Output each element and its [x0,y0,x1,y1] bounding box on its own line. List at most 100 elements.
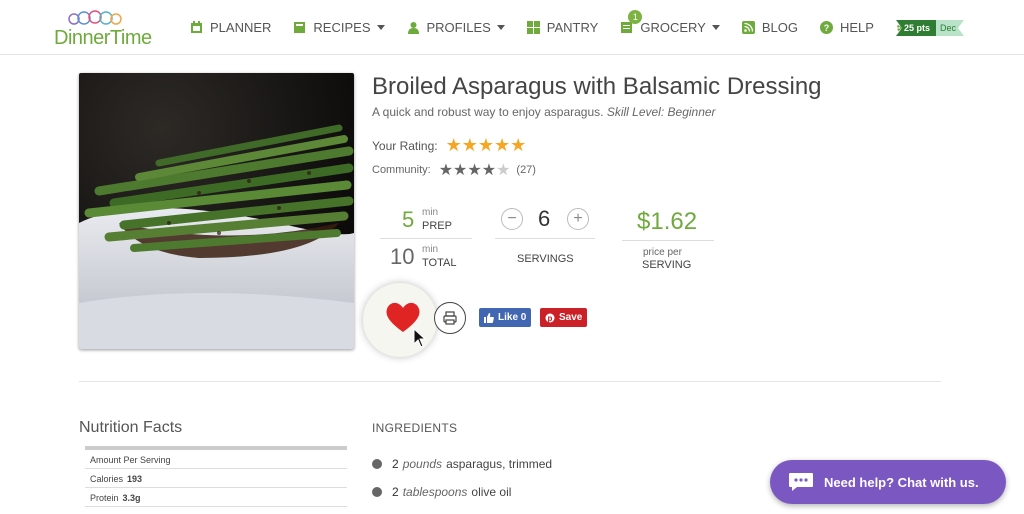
nutrition-row: Amount Per Serving [85,451,347,469]
thumbs-up-icon [484,312,494,323]
ingredient-qty: 2 [392,485,399,499]
nutrition-row: Calories 193 [85,470,347,488]
nutrition-row-value: 193 [127,474,143,484]
main-nav: PLANNER RECIPES PROFILES PANTRY 1 GROCER… [190,0,952,54]
servings-divider [495,238,595,239]
svg-text:?: ? [824,23,830,33]
grocery-count-badge: 1 [628,9,643,24]
price-divider [622,240,714,241]
nutrition-row-label: Calories [90,474,124,484]
servings-label: SERVINGS [517,253,574,265]
price-per-serving: $1.62 price per SERVING [622,205,714,275]
nav-planner[interactable]: PLANNER [190,20,271,35]
chevron-down-icon [711,24,720,30]
ingredient-check-icon[interactable] [372,487,382,497]
prep-time-label: PREP [422,220,452,232]
facebook-like-label: Like 0 [498,312,527,323]
nav-recipes[interactable]: RECIPES [293,19,385,35]
points-value: 25 pts [896,20,937,36]
chevron-down-icon [376,24,385,30]
pinterest-save-button[interactable]: p Save [540,308,588,327]
skill-level: Skill Level: Beginner [606,105,716,119]
nutrition-header-bar [85,446,347,450]
logo-circles-icon [68,10,122,25]
pinterest-save-label: Save [559,312,583,323]
ingredient-name: asparagus, trimmed [446,457,553,471]
nav-profiles[interactable]: PROFILES [407,20,505,35]
recipe-photo [79,73,354,349]
total-time-label: TOTAL [422,257,457,269]
question-icon: ? [819,20,833,34]
prep-time-unit: min [422,207,439,218]
nav-grocery[interactable]: 1 GROCERY [620,9,720,35]
recipe-title: Broiled Asparagus with Balsamic Dressing [372,73,822,100]
decrease-servings-button[interactable]: − [501,208,523,230]
nav-blog-label: BLOG [761,19,798,35]
pinterest-icon: p [545,313,555,323]
ingredient-item[interactable]: 2 pounds asparagus, trimmed [372,457,552,471]
section-divider [79,381,941,382]
facebook-like-button[interactable]: Like 0 [479,308,532,327]
chevron-down-icon [496,24,505,30]
your-rating-label: Your Rating: [372,138,438,153]
nutrition-row: Protein 3.3g [85,489,347,507]
nutrition-row-value: 3.3g [122,493,141,503]
nav-profiles-label: PROFILES [426,19,491,35]
nav-pantry-label: PANTRY [546,19,599,35]
ingredient-qty: 2 [392,457,399,471]
community-rating-count: (27) [516,164,536,176]
chat-help-button[interactable]: Need help? Chat with us. [770,460,1006,504]
nav-grocery-label: GROCERY [640,19,706,35]
nav-recipes-label: RECIPES [313,19,371,35]
top-navbar: DinnerTime PLANNER RECIPES PROFILES PANT… [0,0,1024,55]
total-time: 10 min TOTAL [380,242,472,272]
prep-time: 5 min PREP [380,205,472,239]
recipe-description: A quick and robust way to enjoy asparagu… [372,105,716,119]
recipe-description-text: A quick and robust way to enjoy asparagu… [372,105,604,119]
your-rating: Your Rating: ★★★★★ [372,135,526,156]
nav-help-label: HELP [839,19,874,35]
dinnertime-logo[interactable]: DinnerTime [54,10,152,49]
nutrition-row-label: Protein [90,493,119,503]
servings-value: 6 [538,206,551,231]
community-rating-label: Community: [372,164,431,176]
total-time-unit: min [422,244,439,255]
nutrition-row-label: Amount Per Serving [90,455,171,465]
asparagus-photo-image [79,73,354,349]
ingredient-unit: pounds [402,457,443,471]
nav-help[interactable]: ? HELP [819,19,874,35]
rss-icon [741,20,755,34]
points-badge[interactable]: 25 pts Dec [896,20,964,36]
nav-pantry[interactable]: PANTRY [526,19,599,35]
increase-servings-button[interactable]: + [567,208,589,230]
servings-control: − 6 + SERVINGS [495,205,595,275]
print-button[interactable] [434,302,466,334]
your-rating-stars[interactable]: ★★★★★ [446,135,527,156]
nav-planner-label: PLANNER [210,19,272,35]
ingredients-title: INGREDIENTS [372,421,458,435]
total-time-value: 10 [390,244,415,269]
points-month: Dec [936,20,964,36]
person-icon [407,21,419,34]
price-label-bottom: SERVING [642,259,692,271]
book-icon [294,21,306,33]
svg-text:p: p [548,314,553,323]
ingredient-unit: tablespoons [402,485,468,499]
mouse-pointer-icon [413,328,427,348]
prep-time-value: 5 [402,207,415,232]
chat-bubble-icon [789,473,813,491]
price-label-top: price per [643,247,682,258]
ingredient-check-icon[interactable] [372,459,382,469]
ingredient-name: olive oil [471,485,512,499]
grid-icon [526,20,540,34]
nav-blog[interactable]: BLOG [741,19,798,35]
print-icon [443,311,457,325]
logo-text: DinnerTime [54,27,152,49]
community-rating-stars: ★★★★★ [438,162,511,179]
community-rating: Community: ★★★★★ (27) [372,160,536,180]
price-value: $1.62 [637,208,698,235]
chat-help-label: Need help? Chat with us. [824,474,979,490]
nutrition-title: Nutrition Facts [79,419,183,436]
ingredient-item[interactable]: 2 tablespoons olive oil [372,485,511,499]
calendar-icon [191,20,202,33]
